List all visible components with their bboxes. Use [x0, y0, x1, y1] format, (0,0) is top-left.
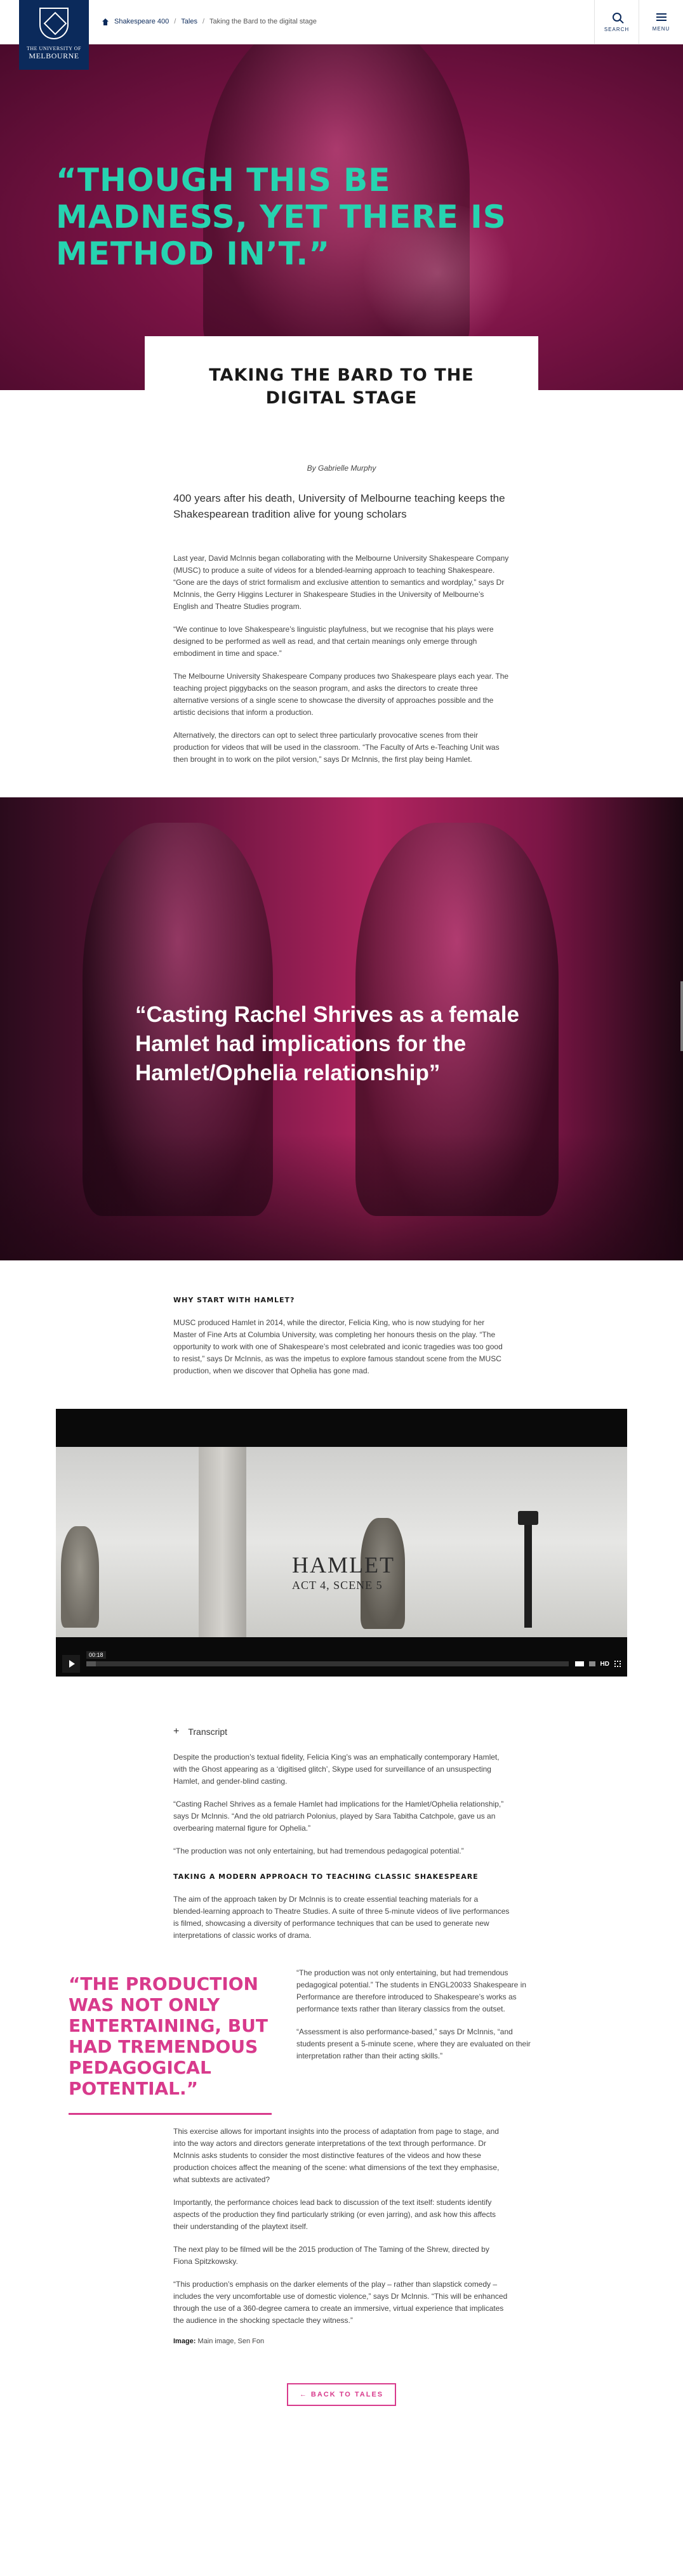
paragraph: Last year, David McInnis began collabora…	[173, 554, 509, 611]
menu-button[interactable]: MENU	[639, 0, 683, 44]
video-progress-fill	[86, 1661, 96, 1666]
volume-icon[interactable]	[574, 1661, 584, 1666]
pull-quote: “The production was not only entertainin…	[69, 1973, 268, 2099]
video-time: 00:18	[86, 1651, 106, 1659]
paragraph: The aim of the approach taken by Dr McIn…	[173, 1895, 510, 1940]
back-container: ← Back to tales	[0, 2383, 683, 2406]
site-header: THE UNIVERSITY OF MELBOURNE Shakespeare …	[0, 0, 683, 70]
menu-label: MENU	[652, 25, 670, 32]
paragraph: The Melbourne University Shakespeare Com…	[173, 672, 509, 717]
pull-quote-side-text: “The production was not only entertainin…	[296, 1967, 540, 2115]
breadcrumb-shakespeare-400[interactable]: Shakespeare 400	[114, 18, 169, 25]
video-title: HAMLET	[292, 1552, 395, 1578]
quote-photo-band: “Casting Rachel Shrives as a female Haml…	[0, 797, 683, 1260]
article-closing: This exercise allows for important insig…	[173, 2126, 510, 2345]
byline: By Gabrielle Murphy	[307, 464, 376, 473]
article-section-after-video: + Transcript Despite the production’s te…	[173, 1726, 510, 1942]
video-statue-left	[61, 1526, 99, 1628]
hd-toggle[interactable]: HD	[600, 1661, 609, 1668]
image-credit-label: Image:	[173, 2337, 196, 2345]
video-progress-bar[interactable]: 00:18	[86, 1651, 569, 1666]
scrollbar-thumb[interactable]	[680, 981, 683, 1051]
crest-icon	[39, 8, 69, 39]
back-to-tales-button[interactable]: ← Back to tales	[286, 2383, 397, 2406]
paragraph: “The production was not only entertainin…	[296, 1968, 527, 2013]
paragraph: MUSC produced Hamlet in 2014, while the …	[173, 1318, 503, 1375]
article-intro: By Gabrielle Murphy 400 years after his …	[173, 390, 510, 766]
university-logo[interactable]: THE UNIVERSITY OF MELBOURNE	[19, 0, 89, 70]
paragraph: “Assessment is also performance-based,” …	[296, 2027, 531, 2060]
search-button[interactable]: SEARCH	[594, 0, 639, 44]
pull-quote-section: “The production was not only entertainin…	[69, 1967, 614, 2115]
search-icon	[612, 12, 621, 22]
plus-icon: +	[173, 1726, 180, 1737]
transcript-label: Transcript	[188, 1727, 228, 1737]
video-controls: 00:18 HD	[56, 1651, 627, 1677]
breadcrumb-separator: /	[174, 18, 176, 25]
hero-quote: “Though this be madness, yet there is me…	[56, 162, 507, 272]
search-label: SEARCH	[604, 26, 630, 32]
pull-quote-block: “The production was not only entertainin…	[69, 1967, 278, 2115]
page-bottom-space	[0, 2406, 683, 2450]
transcript-toggle[interactable]: + Transcript	[173, 1726, 288, 1737]
video-player[interactable]: HAMLET ACT 4, SCENE 5 00:18 HD	[56, 1409, 627, 1677]
band-quote: “Casting Rachel Shrives as a female Haml…	[135, 1002, 519, 1085]
paragraph: Alternatively, the directors can opt to …	[173, 731, 500, 764]
home-icon[interactable]	[102, 18, 109, 25]
paragraph: The next play to be filmed will be the 2…	[173, 2245, 489, 2266]
paragraph: “We continue to love Shakespeare’s lingu…	[173, 625, 494, 658]
logo-line2: MELBOURNE	[29, 51, 79, 60]
image-credit-value: Main image, Sen Fon	[196, 2337, 265, 2345]
image-credit: Image: Main image, Sen Fon	[173, 2337, 510, 2345]
intro-text: 400 years after his death, University of…	[173, 492, 505, 520]
breadcrumb-current: Taking the Bard to the digital stage	[209, 18, 317, 25]
paragraph: Importantly, the performance choices lea…	[173, 2198, 496, 2231]
title-card: Taking the Bard to the digital stage	[145, 336, 538, 438]
breadcrumb-tales[interactable]: Tales	[181, 18, 197, 25]
volume-level-icon[interactable]	[588, 1661, 595, 1666]
logo-line1: THE UNIVERSITY OF	[27, 46, 81, 51]
paragraph: “Casting Rachel Shrives as a female Haml…	[173, 1800, 504, 1833]
video-stage-light	[518, 1511, 538, 1628]
video-subtitle: ACT 4, SCENE 5	[292, 1579, 383, 1592]
video-pillar	[199, 1447, 246, 1637]
paragraph: “This production’s emphasis on the darke…	[173, 2280, 508, 2325]
paragraph: This exercise allows for important insig…	[173, 2127, 500, 2184]
section-heading: Why start with Hamlet?	[173, 1296, 295, 1304]
breadcrumb: Shakespeare 400 / Tales / Taking the Bar…	[102, 18, 317, 25]
section-heading: Taking a modern approach to teaching cla…	[173, 1873, 479, 1881]
video-frame: HAMLET ACT 4, SCENE 5	[56, 1447, 627, 1637]
play-button[interactable]	[62, 1655, 80, 1673]
breadcrumb-separator: /	[202, 18, 205, 25]
paragraph: “The production was not only entertainin…	[173, 1847, 464, 1855]
pull-quote-rule	[69, 2113, 272, 2115]
band-shadow	[0, 1134, 683, 1260]
fullscreen-icon[interactable]	[614, 1661, 621, 1667]
menu-icon	[656, 13, 666, 21]
article-section-hamlet: Why start with Hamlet? MUSC produced Ham…	[173, 1296, 510, 1377]
page-title: Taking the Bard to the digital stage	[209, 365, 474, 408]
article-body-1: Last year, David McInnis began collabora…	[173, 552, 510, 766]
paragraph: Despite the production’s textual fidelit…	[173, 1753, 500, 1786]
video-control-icons: HD	[574, 1661, 621, 1668]
